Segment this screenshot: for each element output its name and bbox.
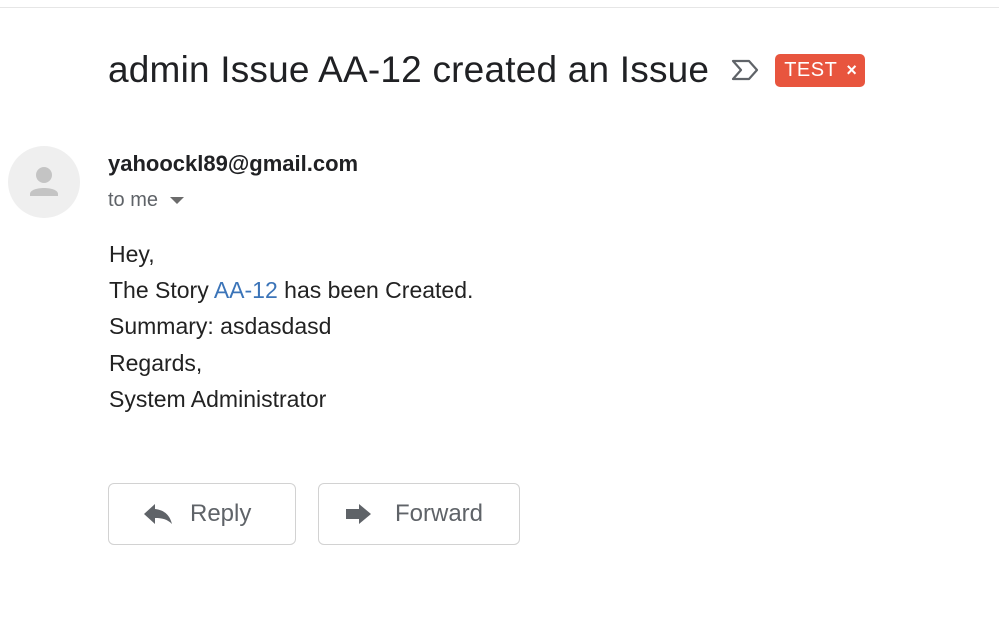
reply-label: Reply bbox=[190, 500, 252, 527]
forward-arrow-icon bbox=[345, 502, 375, 526]
label-chip-test[interactable]: TEST × bbox=[775, 53, 866, 87]
importance-marker-icon[interactable] bbox=[729, 58, 761, 82]
recipient-toggle[interactable]: to me bbox=[108, 189, 185, 212]
body-greeting: Hey, bbox=[109, 241, 155, 267]
body-signature: System Administrator bbox=[109, 385, 327, 412]
body-story-suffix: has been Created. bbox=[277, 277, 474, 304]
subject-row: admin Issue AA-12 created an Issue TEST … bbox=[108, 46, 866, 94]
label-chip-text: TEST bbox=[784, 58, 838, 81]
email-subject: admin Issue AA-12 created an Issue bbox=[108, 49, 710, 90]
recipient-label: to me bbox=[108, 189, 159, 211]
reply-arrow-icon bbox=[143, 502, 173, 526]
body-story-prefix: The Story bbox=[109, 277, 214, 304]
body-closing: Regards, bbox=[109, 349, 203, 376]
issue-link[interactable]: AA-12 bbox=[214, 277, 278, 303]
body-summary: Summary: asdasdasd bbox=[109, 313, 332, 340]
forward-button[interactable]: Forward bbox=[318, 483, 520, 545]
reply-button[interactable]: Reply bbox=[108, 483, 296, 545]
caret-down-icon[interactable] bbox=[170, 197, 185, 204]
top-divider bbox=[0, 7, 999, 8]
sender-address[interactable]: yahoockl89@gmail.com bbox=[108, 151, 358, 177]
person-icon bbox=[30, 167, 58, 196]
body-story-line: The Story AA-12 has been Created. bbox=[109, 272, 473, 308]
close-icon[interactable]: × bbox=[846, 61, 857, 79]
avatar[interactable] bbox=[8, 146, 80, 218]
email-body: Hey, The Story AA-12 has been Created. S… bbox=[109, 236, 473, 417]
forward-label: Forward bbox=[395, 500, 484, 527]
